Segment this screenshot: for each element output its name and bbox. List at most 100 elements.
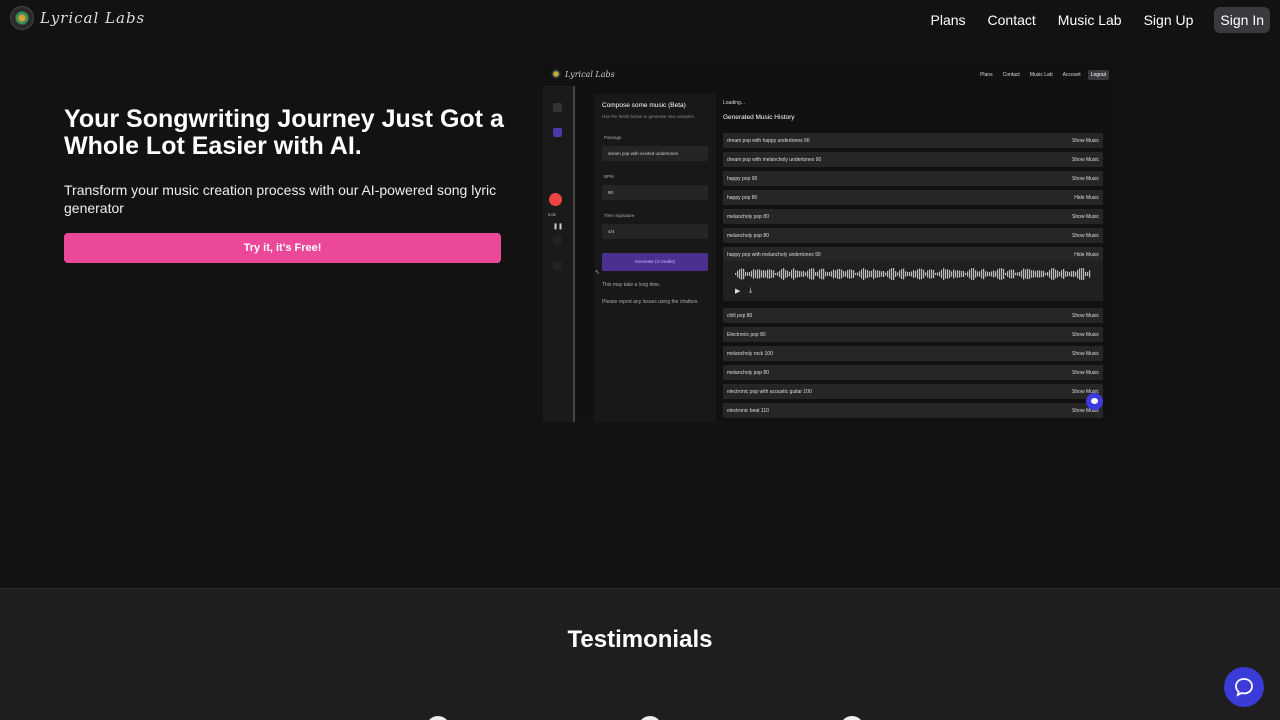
app-preview-image: Lyrical Labs Plans Contact Music Lab Acc… [543,62,1112,422]
waveform-bar [781,269,783,279]
waveform-bar [919,268,921,280]
waveform-bar [849,269,851,279]
waveform-bar [1039,270,1041,278]
report-note: Please report any issues using the chatb… [602,299,699,305]
waveform-bar [951,271,953,277]
waveform-bar [939,271,941,277]
waveform-bar [885,272,887,276]
waveform-bar [1009,269,1011,279]
pause-icon: ❚❚ [553,224,564,230]
wait-note: This may take a long time. [602,282,661,288]
generate-button: Generate (3 credits) [602,253,708,271]
history-row: melancholy pop 80 Show Music [723,365,1103,380]
preview-sidebar: 0:06 ❚❚ [543,86,575,422]
compose-title: Compose some music (Beta) [602,102,686,109]
passage-label: Passage [604,135,622,140]
history-row-name: chill pop 80 [727,313,753,319]
waveform-bar [905,271,907,277]
history-row: dream pop with melancholy undertones 90 … [723,152,1103,167]
waveform-bar [929,269,931,279]
history-row-action: Hide Music [1074,195,1099,201]
waveform-bar [917,269,919,279]
waveform-bar [1077,269,1079,279]
phone-icon [553,236,562,245]
waveform-bar [855,272,857,276]
bpm-label: BPM [604,174,614,179]
waveform-bar [803,270,805,278]
history-row-action: Show Music [1072,332,1099,338]
waveform-bar [857,272,859,276]
waveform-bar [1079,268,1081,280]
waveform-bar [865,269,867,279]
preview-nav-music-lab: Music Lab [1029,72,1053,78]
waveform-bar [1049,270,1051,278]
bpm-field: 90 [602,185,708,200]
record-icon [549,193,562,206]
waveform-bar [959,270,961,278]
sign-in-button[interactable]: Sign In [1214,7,1270,33]
waveform-bar [1025,269,1027,279]
waveform-bar [1017,272,1019,276]
waveform-bar [877,270,879,278]
waveform-bar [751,270,753,278]
history-row-action: Show Music [1072,233,1099,239]
preview-nav-links: Plans Contact Music Lab Account Logout [975,70,1109,80]
nav-link-plans[interactable]: Plans [920,8,977,32]
waveform-bar [1045,272,1047,276]
waveform-bar [941,269,943,279]
compose-form: Compose some music (Beta) Use the fields… [594,94,716,422]
waveform-bar [893,268,895,280]
waveform-bar [927,270,929,278]
try-free-button[interactable]: Try it, it's Free! [64,233,501,263]
waveform-bar [981,269,983,279]
waveform-bar [979,271,981,277]
waveform-bar [737,270,739,278]
logo-icon [10,6,34,30]
waveform-bar [739,269,741,279]
pencil-icon [553,103,562,112]
waveform-bar [827,272,829,276]
nav-link-contact[interactable]: Contact [977,8,1047,32]
waveform-bar [1011,269,1013,279]
testimonials-section [0,589,1280,720]
waveform-bar [749,271,751,277]
history-row: Electronic pop 80 Show Music [723,327,1103,342]
waveform-bar [775,272,777,276]
logo[interactable]: Lyrical Labs [10,6,145,30]
chat-button[interactable] [1224,667,1264,707]
waveform-bar [879,270,881,278]
waveform-bar [757,269,759,279]
history-row: electronic pop with acoustic guitar 100 … [723,384,1103,399]
history-row-name: dream pop with happy undertones 90 [727,138,810,144]
waveform-bar [809,269,811,279]
waveform-bar [789,271,791,277]
waveform-bar [1055,269,1057,279]
waveform-bar [807,270,809,278]
waveform-bar [1067,271,1069,277]
history-row-name: melancholy pop 80 [727,214,769,220]
nav-link-music-lab[interactable]: Music Lab [1047,8,1133,32]
waveform-bar [1041,270,1043,278]
history-row-action: Show Music [1072,157,1099,163]
cart-icon [553,261,562,270]
history-row-action: Show Music [1072,351,1099,357]
waveform-bar [1005,272,1007,276]
waveform-bar [1073,270,1075,278]
waveform-bar [851,269,853,279]
waveform-bar [811,268,813,280]
waveform-bar [889,269,891,279]
waveform-bar [791,269,793,279]
nav-link-sign-up[interactable]: Sign Up [1133,8,1205,32]
waveform-bar [977,271,979,277]
waveform-bar [747,272,749,276]
hero-title: Your Songwriting Journey Just Got a Whol… [64,105,504,160]
waveform-bar [1089,270,1091,278]
history-row: happy pop 90 Show Music [723,171,1103,186]
waveform-bar [983,268,985,280]
waveform-bar [1059,271,1061,277]
waveform-bar [1065,271,1067,277]
waveform-bar [745,271,747,277]
waveform-bar [837,269,839,279]
loading-text: Loading... [723,100,745,106]
waveform-bar [1035,271,1037,277]
